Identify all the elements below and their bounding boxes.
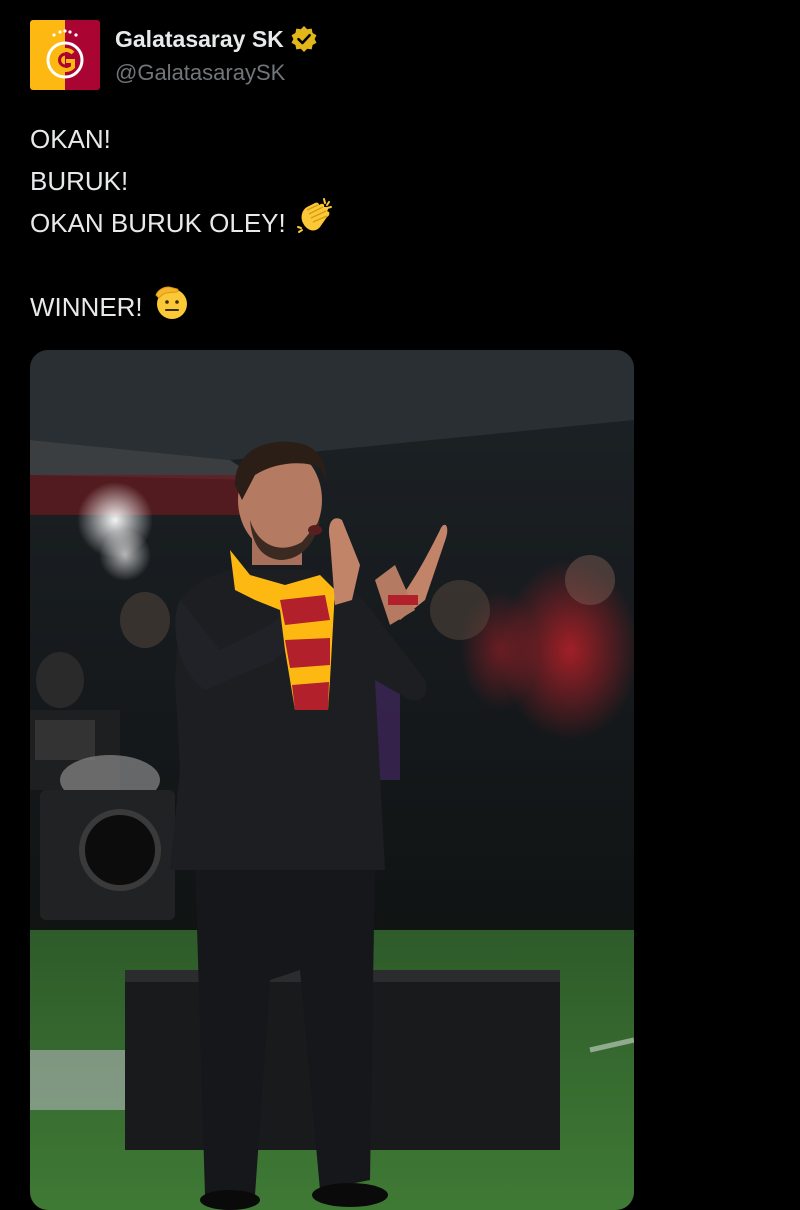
tweet-line: WINNER!	[30, 286, 650, 328]
tweet-line: OKAN BURUK OLEY!	[30, 198, 650, 244]
handle[interactable]: @GalatasaraySK	[115, 60, 285, 86]
tweet-line	[30, 244, 650, 286]
tweet-line: OKAN!	[30, 124, 111, 154]
name-row: Galatasaray SK	[115, 24, 318, 54]
clapping-hands-icon	[294, 197, 334, 249]
tweet-text: OKAN! BURUK! OKAN BURUK OLEY! WINNER!	[30, 118, 650, 328]
tweet-media-photo[interactable]	[30, 350, 634, 1210]
verified-badge-icon[interactable]	[290, 25, 318, 53]
avatar[interactable]	[30, 20, 100, 90]
saluting-face-icon	[151, 281, 191, 333]
galatasaray-logo-icon	[30, 20, 100, 90]
display-name[interactable]: Galatasaray SK	[115, 26, 284, 53]
tweet: Galatasaray SK @GalatasaraySK OKAN! BURU…	[0, 0, 800, 1210]
coach-clapping-photo	[30, 350, 634, 1210]
tweet-line: BURUK!	[30, 166, 129, 196]
